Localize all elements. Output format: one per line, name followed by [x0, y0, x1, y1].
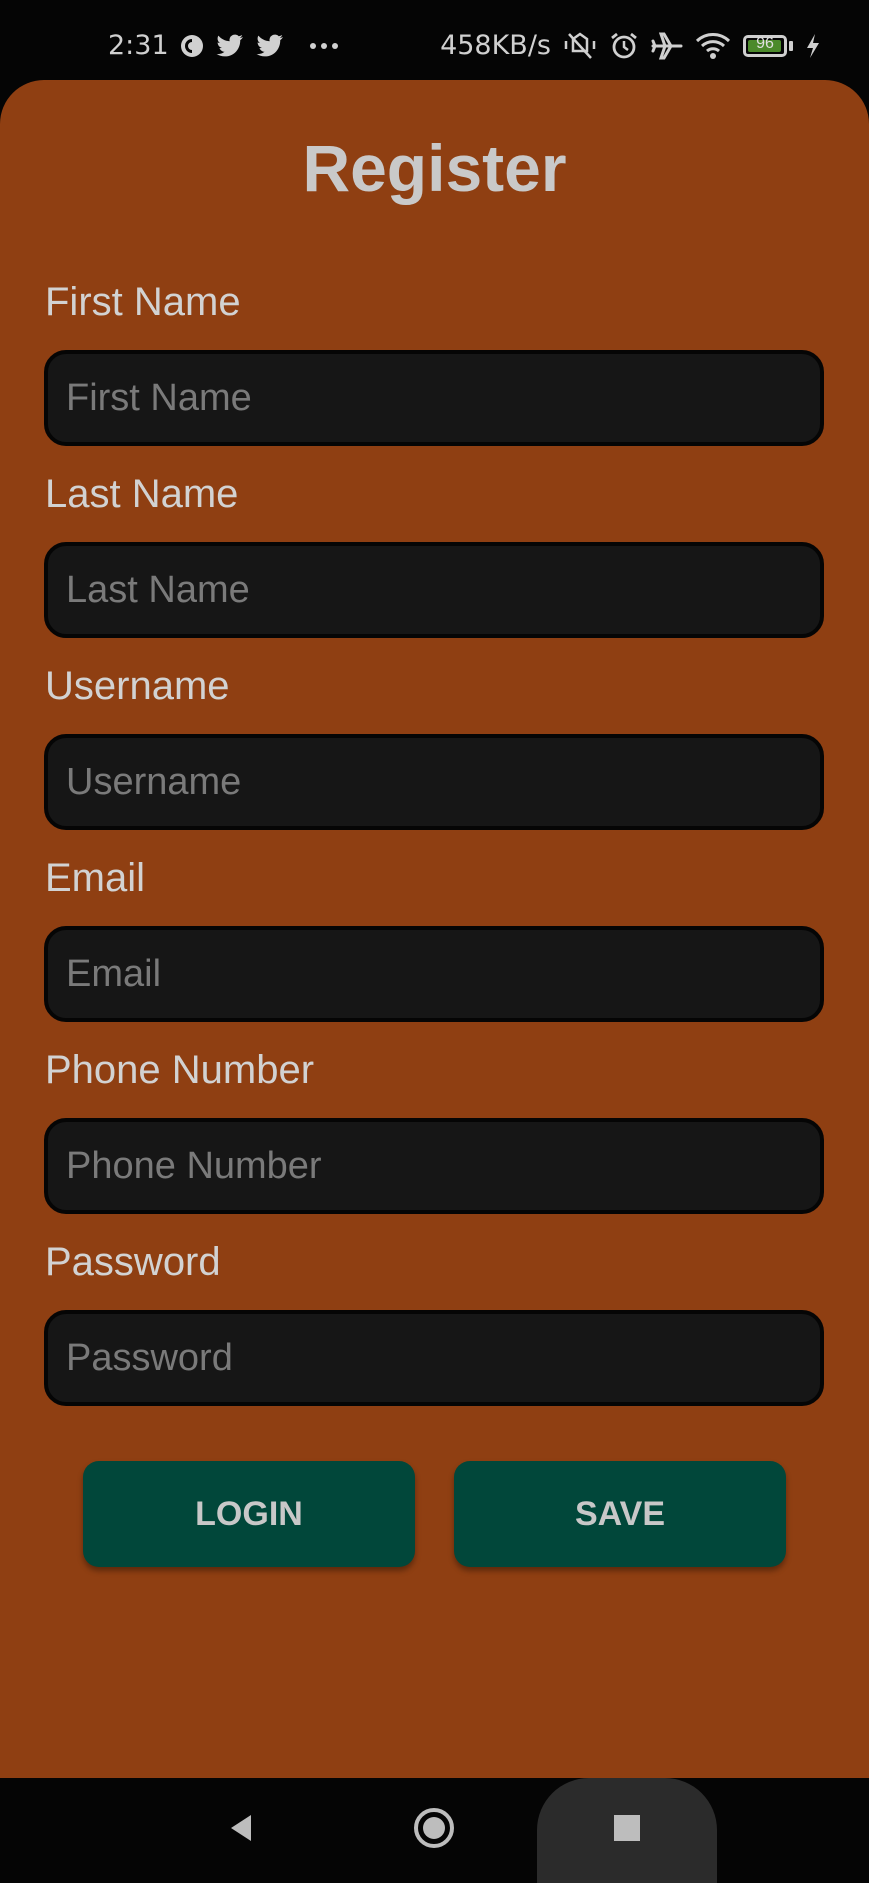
status-time: 2:31	[108, 30, 169, 61]
username-field[interactable]	[44, 734, 824, 830]
email-label: Email	[45, 856, 146, 900]
last-name-field[interactable]	[44, 542, 824, 638]
last-name-label: Last Name	[45, 472, 239, 516]
recents-button[interactable]	[597, 1778, 657, 1883]
more-dots-icon	[309, 42, 339, 50]
vibrate-off-icon	[563, 31, 597, 61]
home-icon	[413, 1807, 455, 1854]
twitter-icon	[255, 33, 285, 59]
status-left: 2:31	[108, 30, 339, 61]
alarm-icon	[609, 31, 639, 61]
email-field[interactable]	[44, 926, 824, 1022]
home-button[interactable]	[404, 1778, 464, 1883]
back-button[interactable]	[210, 1778, 270, 1883]
first-name-field[interactable]	[44, 350, 824, 446]
page-title: Register	[302, 131, 567, 205]
pocket-casts-icon	[179, 33, 205, 59]
phone-number-field[interactable]	[44, 1118, 824, 1214]
battery-level: 96	[756, 34, 774, 52]
login-button[interactable]: LOGIN	[83, 1461, 415, 1567]
back-icon	[227, 1813, 253, 1848]
twitter-icon	[215, 33, 245, 59]
charging-icon	[805, 33, 821, 59]
network-speed: 458KB/s	[440, 30, 551, 61]
wifi-icon	[695, 32, 731, 60]
phone-number-label: Phone Number	[45, 1048, 315, 1092]
airplane-icon	[651, 31, 683, 61]
password-label: Password	[45, 1240, 221, 1284]
recents-icon	[613, 1814, 641, 1847]
save-button[interactable]: SAVE	[454, 1461, 786, 1567]
first-name-label: First Name	[45, 280, 241, 324]
status-bar: 2:31 458KB/s 96	[0, 0, 869, 80]
username-label: Username	[45, 664, 230, 708]
battery-icon: 96	[743, 34, 793, 57]
navigation-bar	[0, 1778, 869, 1883]
status-right: 458KB/s 96	[440, 30, 821, 61]
password-field[interactable]	[44, 1310, 824, 1406]
